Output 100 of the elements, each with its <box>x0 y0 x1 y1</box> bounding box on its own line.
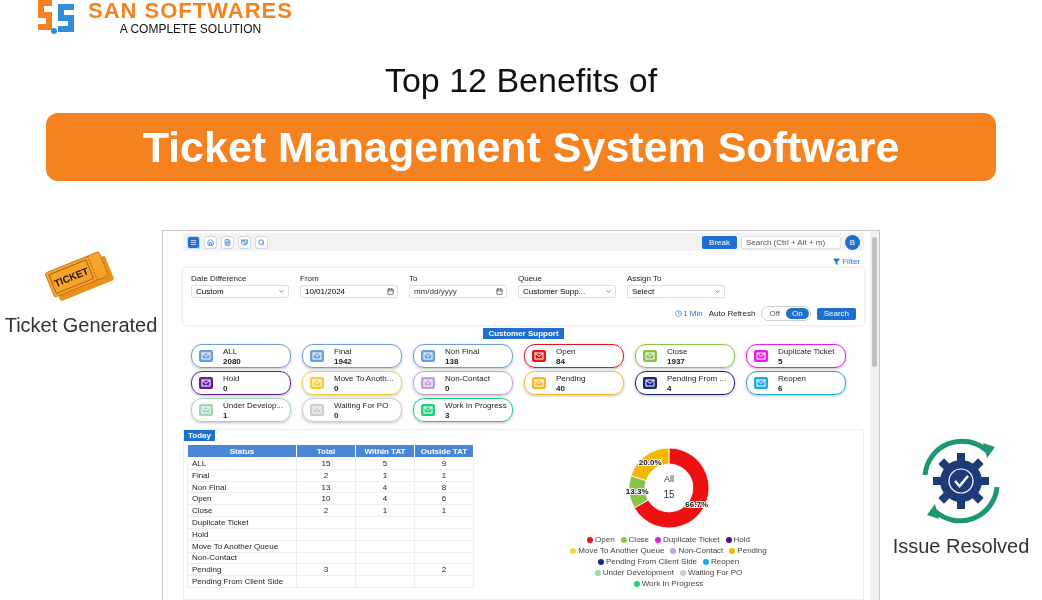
card-count: 138 <box>445 356 460 366</box>
date-field[interactable]: mm/dd/yyyy <box>409 285 507 298</box>
calendar-icon[interactable] <box>496 288 503 295</box>
card-count: 40 <box>556 383 566 393</box>
status-card[interactable]: Reopen 6 <box>746 371 846 395</box>
card-count: 0 <box>334 410 340 420</box>
title-banner: Ticket Management System Software <box>46 113 996 181</box>
queue-badge: Customer Support <box>483 328 564 339</box>
field-label: Assign To <box>627 274 663 283</box>
status-card[interactable]: Under Develop... 1 <box>191 398 291 422</box>
card-label: Reopen <box>778 373 807 383</box>
select-field[interactable]: Customer Supp... <box>518 285 616 298</box>
toggle-option[interactable]: On <box>785 308 809 319</box>
menu-icon[interactable] <box>187 235 200 249</box>
card-label: Final <box>334 346 352 356</box>
callout-caption: Issue Resolved <box>892 535 1030 558</box>
legend-item: Non-Contact <box>670 546 724 555</box>
status-card[interactable]: Non-Contact 0 <box>413 371 513 395</box>
column-header: Outside TAT <box>414 444 474 458</box>
status-card[interactable]: Non Final 138 <box>413 344 513 368</box>
search-field[interactable]: Search (Ctrl + Alt + m) <box>741 235 841 249</box>
card-label: Non-Contact <box>445 373 490 383</box>
status-card[interactable]: Work In Progress 3 <box>413 398 513 422</box>
card-count: 0 <box>223 383 229 393</box>
status-card[interactable]: Pending 40 <box>524 371 624 395</box>
search-button[interactable]: Search <box>816 307 856 320</box>
table-cell: 1 <box>355 469 415 482</box>
envelope-icon <box>421 404 435 416</box>
select-field[interactable]: Custom <box>191 285 289 298</box>
clock-icon <box>675 310 683 317</box>
column-header: Status <box>187 444 297 458</box>
card-label: Under Develop... <box>223 400 284 410</box>
envelope-icon <box>199 350 213 362</box>
card-label: Move To Anoth... <box>334 373 394 383</box>
card-label: Duplicate Ticket <box>778 346 835 356</box>
select-field[interactable]: Select <box>627 285 725 298</box>
card-count: 6 <box>778 383 784 393</box>
callout-caption: Ticket Generated <box>4 314 158 337</box>
status-card[interactable]: Pending From ... 4 <box>635 371 735 395</box>
calendar-icon[interactable] <box>387 288 394 295</box>
envelope-icon <box>310 350 324 362</box>
status-card[interactable]: ALL 2080 <box>191 344 291 368</box>
break-button[interactable]: Break <box>702 235 737 249</box>
status-card[interactable]: Close 1937 <box>635 344 735 368</box>
toggle-option[interactable]: Off <box>763 308 786 319</box>
status-card[interactable]: Open 84 <box>524 344 624 368</box>
table-cell: Move To Another Queue <box>187 540 297 552</box>
avatar[interactable]: B <box>845 234 860 250</box>
field-label: Date Difference <box>191 274 248 283</box>
card-label: Pending From ... <box>667 373 727 383</box>
date-field[interactable]: 10/01/2024 <box>300 285 398 298</box>
caret-icon[interactable] <box>714 288 721 295</box>
status-card[interactable]: Final 1942 <box>302 344 402 368</box>
table-cell: 8 <box>414 481 474 493</box>
refresh-interval[interactable]: 1 Min <box>675 309 703 318</box>
table-cell: Non Final <box>187 481 297 493</box>
table-cell: 2 <box>296 469 356 482</box>
document-icon[interactable] <box>221 235 234 249</box>
card-count: 2080 <box>223 356 241 366</box>
card-count: 0 <box>334 383 340 393</box>
status-card[interactable]: Move To Anoth... 0 <box>302 371 402 395</box>
caret-icon[interactable] <box>278 288 285 295</box>
envelope-icon <box>421 377 435 389</box>
caret-icon[interactable] <box>605 288 612 295</box>
brand-name: SAN SOFTWARES <box>88 0 293 22</box>
card-count: 84 <box>556 356 566 366</box>
table-cell: 13 <box>296 481 356 493</box>
filter-link[interactable]: Filter <box>833 257 860 266</box>
legend-item: Move To Another Queue <box>570 546 665 555</box>
envelope-icon <box>643 350 657 362</box>
status-card[interactable]: Hold 0 <box>191 371 291 395</box>
card-label: Close <box>667 346 688 356</box>
card-label: Work In Progress <box>445 400 507 410</box>
status-card[interactable]: Waiting For PO 0 <box>302 398 402 422</box>
table-cell: Hold <box>187 528 297 541</box>
handshake-icon[interactable] <box>238 235 251 249</box>
data-label: 20.0% <box>638 458 662 468</box>
envelope-icon <box>310 377 324 389</box>
field-label: From <box>300 274 320 283</box>
status-card[interactable]: Duplicate Ticket 5 <box>746 344 846 368</box>
table-cell: 9 <box>414 457 474 470</box>
envelope-icon <box>532 377 546 389</box>
table-cell: 1 <box>355 504 415 517</box>
table-cell: 6 <box>414 492 474 505</box>
today-badge: Today <box>184 430 215 441</box>
legend-item: Close <box>620 535 650 544</box>
table-cell: Non-Contact <box>187 552 297 564</box>
table-cell: 4 <box>355 481 415 493</box>
legend-item: Under Development <box>594 568 674 577</box>
search-icon[interactable] <box>255 235 268 249</box>
legend-item: Waiting For PO <box>679 568 743 577</box>
table-cell: Open <box>187 492 297 505</box>
card-count: 3 <box>445 410 451 420</box>
envelope-icon <box>310 404 324 416</box>
legend-item: Reopen <box>703 557 740 566</box>
envelope-icon <box>199 377 213 389</box>
card-label: Waiting For PO <box>334 400 389 410</box>
card-count: 1937 <box>667 356 686 366</box>
envelope-icon <box>532 350 546 362</box>
home-icon[interactable] <box>204 235 217 249</box>
